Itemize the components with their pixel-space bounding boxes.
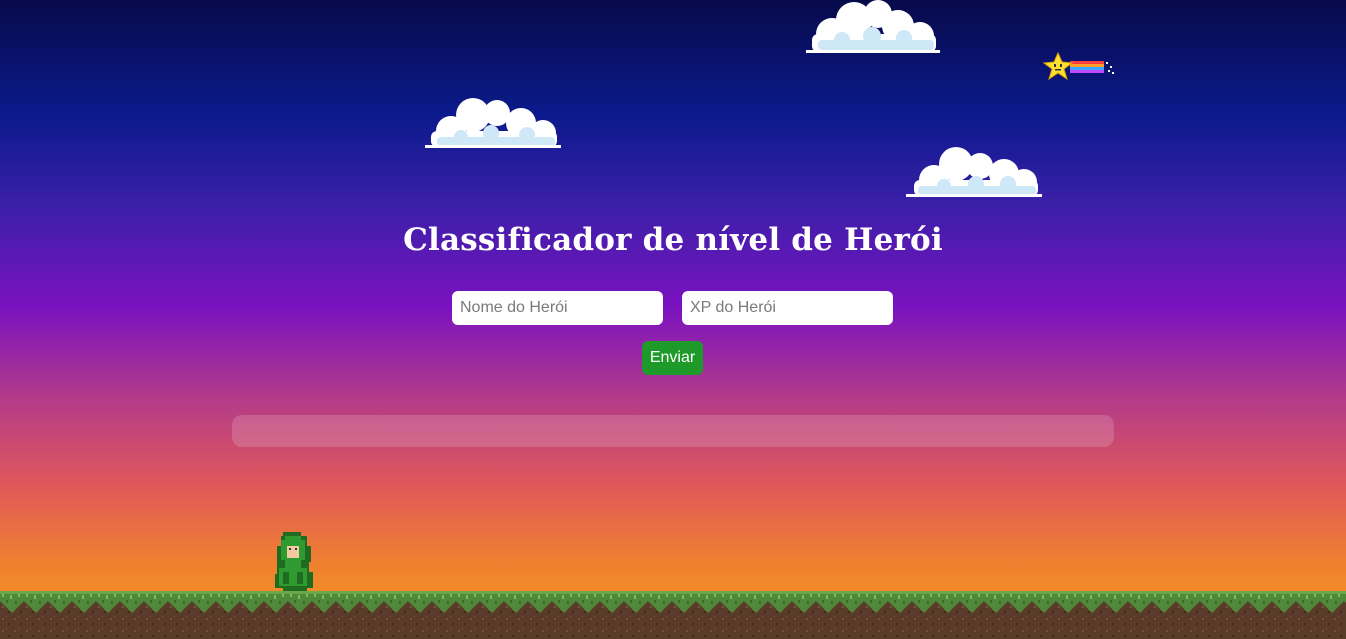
result-panel bbox=[232, 415, 1114, 447]
page-title: Classificador de nível de Herói bbox=[403, 222, 943, 258]
cloud-icon bbox=[906, 147, 1042, 197]
hero-name-input[interactable] bbox=[452, 291, 663, 325]
submit-button[interactable]: Enviar bbox=[642, 341, 703, 375]
hero-sprite-icon bbox=[275, 532, 313, 598]
hero-xp-input[interactable] bbox=[682, 291, 893, 325]
grass-ground bbox=[0, 591, 1346, 639]
shooting-star-icon bbox=[1042, 52, 1114, 80]
cloud-icon bbox=[806, 0, 940, 53]
cloud-icon bbox=[425, 98, 561, 148]
